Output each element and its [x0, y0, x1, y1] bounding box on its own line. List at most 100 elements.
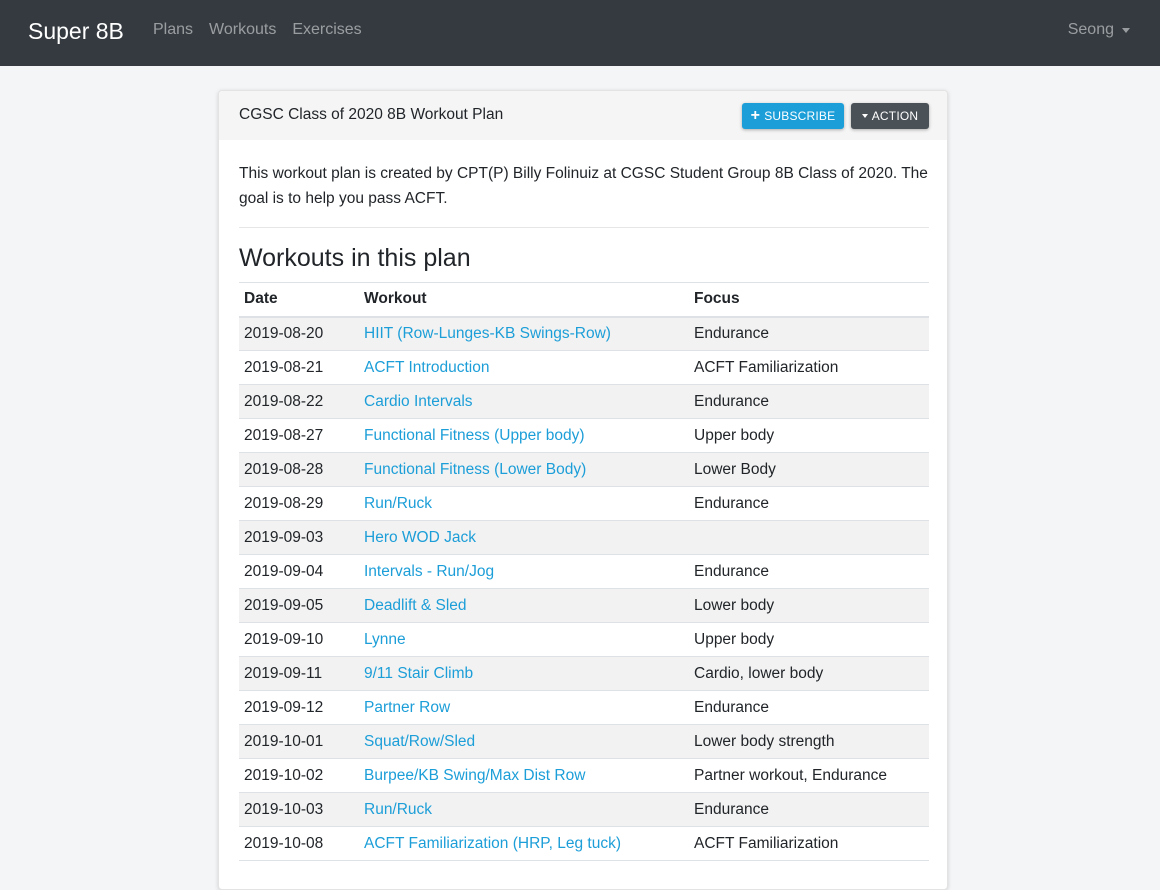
row-date: 2019-10-01 [239, 724, 359, 759]
row-workout-cell: Burpee/KB Swing/Max Dist Row [359, 758, 689, 793]
row-workout-cell: Run/Ruck [359, 486, 689, 521]
row-workout-cell: Deadlift & Sled [359, 588, 689, 623]
header-workout: Workout [359, 282, 689, 318]
row-focus: Endurance [689, 792, 929, 827]
section-title: Workouts in this plan [239, 244, 471, 272]
top-navbar: Super 8B Plans Workouts Exercises Seong [0, 0, 1160, 66]
workout-link[interactable]: Functional Fitness (Lower Body) [364, 461, 586, 478]
row-date: 2019-08-29 [239, 486, 359, 521]
row-focus: Endurance [689, 690, 929, 725]
table-row: 2019-09-05 Deadlift & Sled Lower body [239, 588, 929, 623]
row-date: 2019-09-12 [239, 690, 359, 725]
table-row: 2019-10-03 Run/Ruck Endurance [239, 792, 929, 827]
header-date: Date [239, 282, 359, 318]
table-row: 2019-08-22 Cardio Intervals Endurance [239, 384, 929, 419]
table-row: 2019-08-27 Functional Fitness (Upper bod… [239, 418, 929, 453]
row-workout-cell: Hero WOD Jack [359, 520, 689, 555]
row-date: 2019-08-27 [239, 418, 359, 453]
row-workout-cell: Cardio Intervals [359, 384, 689, 419]
table-row: 2019-08-21 ACFT Introduction ACFT Famili… [239, 350, 929, 385]
nav-link-plans[interactable]: Plans [153, 19, 193, 41]
table-row: 2019-08-28 Functional Fitness (Lower Bod… [239, 452, 929, 487]
row-focus: Lower Body [689, 452, 929, 487]
row-workout-cell: 9/11 Stair Climb [359, 656, 689, 691]
table-row: 2019-09-10 Lynne Upper body [239, 622, 929, 657]
row-focus: ACFT Familiarization [689, 350, 929, 385]
row-workout-cell: Lynne [359, 622, 689, 657]
workout-link[interactable]: Intervals - Run/Jog [364, 563, 494, 580]
subscribe-label: SUBSCRIBE [764, 109, 836, 123]
workout-link[interactable]: Cardio Intervals [364, 393, 473, 410]
row-workout-cell: HIIT (Row-Lunges-KB Swings-Row) [359, 316, 689, 351]
workouts-table: Date Workout Focus 2019-08-20 HIIT (Row-… [239, 282, 929, 861]
row-date: 2019-08-22 [239, 384, 359, 419]
nav-links: Plans Workouts Exercises [153, 19, 362, 41]
subscribe-button[interactable]: + SUBSCRIBE [742, 103, 844, 129]
row-focus: Cardio, lower body [689, 656, 929, 691]
brand-logo[interactable]: Super 8B [28, 16, 124, 46]
workout-link[interactable]: Partner Row [364, 699, 450, 716]
row-workout-cell: Intervals - Run/Jog [359, 554, 689, 589]
row-date: 2019-08-20 [239, 316, 359, 351]
row-date: 2019-10-02 [239, 758, 359, 793]
row-focus: ACFT Familiarization [689, 826, 929, 861]
row-focus: Partner workout, Endurance [689, 758, 929, 793]
workout-link[interactable]: ACFT Familiarization (HRP, Leg tuck) [364, 835, 621, 852]
workout-link[interactable]: Functional Fitness (Upper body) [364, 427, 585, 444]
table-row: 2019-08-20 HIIT (Row-Lunges-KB Swings-Ro… [239, 316, 929, 351]
row-date: 2019-09-04 [239, 554, 359, 589]
row-focus [689, 520, 929, 555]
card-header: CGSC Class of 2020 8B Workout Plan + SUB… [219, 91, 947, 140]
workout-link[interactable]: Squat/Row/Sled [364, 733, 475, 750]
table-row: 2019-09-03 Hero WOD Jack [239, 520, 929, 555]
row-date: 2019-09-10 [239, 622, 359, 657]
row-date: 2019-09-05 [239, 588, 359, 623]
row-workout-cell: ACFT Familiarization (HRP, Leg tuck) [359, 826, 689, 861]
workout-link[interactable]: ACFT Introduction [364, 359, 490, 376]
table-row: 2019-10-01 Squat/Row/Sled Lower body str… [239, 724, 929, 759]
row-workout-cell: Functional Fitness (Upper body) [359, 418, 689, 453]
nav-link-exercises[interactable]: Exercises [292, 19, 361, 41]
plan-title: CGSC Class of 2020 8B Workout Plan [239, 106, 504, 123]
row-date: 2019-10-08 [239, 826, 359, 861]
row-focus: Endurance [689, 554, 929, 589]
row-date: 2019-08-28 [239, 452, 359, 487]
action-button[interactable]: ACTION [851, 103, 929, 129]
user-name: Seong [1067, 21, 1114, 38]
row-focus: Endurance [689, 316, 929, 351]
workout-link[interactable]: Burpee/KB Swing/Max Dist Row [364, 767, 585, 784]
caret-down-icon [861, 114, 868, 118]
row-focus: Lower body [689, 588, 929, 623]
workout-link[interactable]: HIIT (Row-Lunges-KB Swings-Row) [364, 325, 611, 342]
row-date: 2019-09-11 [239, 656, 359, 691]
caret-down-icon [1122, 28, 1130, 33]
workout-link[interactable]: 9/11 Stair Climb [364, 665, 473, 682]
plus-icon: + [750, 106, 761, 124]
workout-link[interactable]: Run/Ruck [364, 495, 432, 512]
user-menu-dropdown[interactable]: Seong [1068, 19, 1130, 41]
row-date: 2019-10-03 [239, 792, 359, 827]
action-label: ACTION [871, 109, 919, 123]
workout-link[interactable]: Run/Ruck [364, 801, 432, 818]
workout-link[interactable]: Hero WOD Jack [364, 529, 476, 546]
row-date: 2019-09-03 [239, 520, 359, 555]
row-focus: Endurance [689, 384, 929, 419]
plan-description: This workout plan is created by CPT(P) B… [239, 165, 928, 207]
workout-link[interactable]: Deadlift & Sled [364, 597, 467, 614]
row-workout-cell: Squat/Row/Sled [359, 724, 689, 759]
table-row: 2019-08-29 Run/Ruck Endurance [239, 486, 929, 521]
table-row: 2019-10-08 ACFT Familiarization (HRP, Le… [239, 826, 929, 861]
row-workout-cell: Run/Ruck [359, 792, 689, 827]
workout-link[interactable]: Lynne [364, 631, 406, 648]
table-row: 2019-09-11 9/11 Stair Climb Cardio, lowe… [239, 656, 929, 691]
nav-link-workouts[interactable]: Workouts [209, 19, 276, 41]
row-focus: Upper body [689, 418, 929, 453]
row-focus: Endurance [689, 486, 929, 521]
row-workout-cell: Partner Row [359, 690, 689, 725]
table-row: 2019-09-12 Partner Row Endurance [239, 690, 929, 725]
row-workout-cell: Functional Fitness (Lower Body) [359, 452, 689, 487]
header-focus: Focus [689, 282, 929, 318]
table-row: 2019-09-04 Intervals - Run/Jog Endurance [239, 554, 929, 589]
table-row: 2019-10-02 Burpee/KB Swing/Max Dist Row … [239, 758, 929, 793]
row-focus: Lower body strength [689, 724, 929, 759]
